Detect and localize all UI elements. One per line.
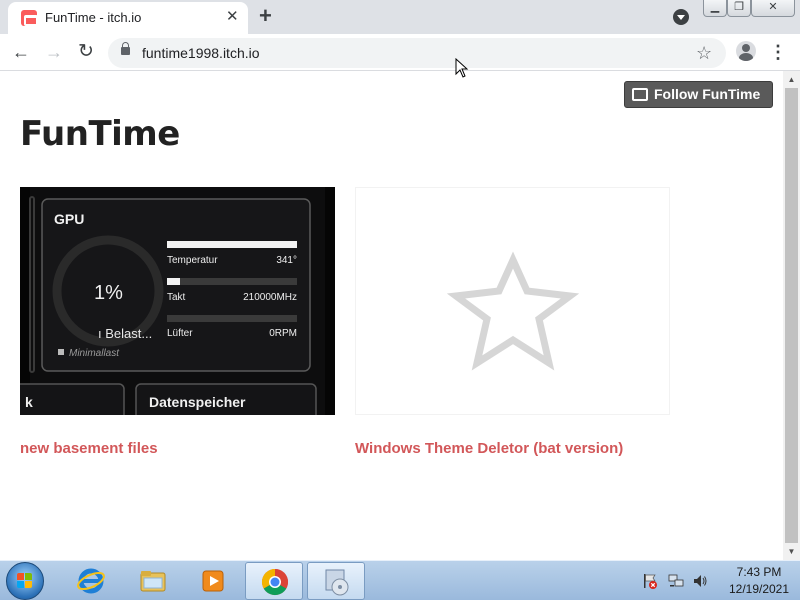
taskbar-setup[interactable] [307, 562, 365, 600]
temperature-bar [167, 241, 297, 248]
page-content: Follow FunTime FunTime GPU 1% ı Belast..… [0, 71, 783, 560]
page-title: FunTime [20, 114, 180, 154]
new-tab-button[interactable]: + [259, 4, 272, 28]
minimal-load-label: Minimallast [69, 348, 120, 359]
storage-label: Datenspeicher [149, 394, 246, 410]
reload-button[interactable]: ↻ [74, 40, 98, 64]
internet-explorer-icon [77, 568, 105, 594]
tab-close-icon[interactable]: ✕ [226, 8, 239, 26]
scroll-up-arrow-icon[interactable]: ▲ [783, 71, 800, 88]
gpu-monitor-photo: GPU 1% ı Belast... Minimallast Temperatu… [20, 187, 335, 415]
follow-label: Follow FunTime [654, 86, 761, 102]
follow-button[interactable]: Follow FunTime [624, 81, 773, 108]
tab-search-icon[interactable] [673, 9, 689, 25]
windows-taskbar: 7:43 PM 12/19/2021 [0, 560, 800, 600]
gauge-sublabel: ı Belast... [98, 326, 152, 341]
close-window-button[interactable]: ✕ [751, 0, 795, 17]
back-button[interactable]: ← [9, 40, 33, 64]
temperature-value: 341° [276, 255, 297, 266]
clock-value: 210000MHz [243, 292, 297, 303]
media-player-icon [202, 570, 224, 592]
lower-left-label: k [25, 394, 33, 410]
itchio-logo-icon [632, 88, 648, 101]
action-center-flag-icon[interactable] [642, 573, 658, 589]
game-thumbnail-basement[interactable]: GPU 1% ı Belast... Minimallast Temperatu… [20, 187, 335, 415]
address-bar[interactable]: funtime1998.itch.io ☆ [108, 38, 726, 68]
start-button[interactable] [6, 562, 44, 600]
mouse-cursor-icon [455, 58, 469, 78]
network-icon[interactable] [668, 573, 684, 589]
gpu-label: GPU [54, 211, 84, 227]
forward-button[interactable]: → [42, 40, 66, 64]
tab-funtime[interactable]: FunTime - itch.io ✕ [8, 2, 248, 34]
browser-menu-icon[interactable]: ⋮ [768, 40, 788, 64]
clock-label: Takt [167, 292, 186, 303]
vertical-scrollbar[interactable]: ▲ ▼ [783, 71, 800, 560]
maximize-button[interactable]: ❐ [727, 0, 751, 17]
tab-title: FunTime - itch.io [45, 10, 142, 25]
star-outline-icon [446, 251, 580, 371]
taskbar-media-player[interactable] [184, 562, 242, 600]
clock-date[interactable]: 12/19/2021 [724, 582, 794, 596]
itchio-favicon-icon [21, 10, 38, 26]
folder-icon [140, 571, 166, 592]
setup-disc-icon [325, 569, 349, 596]
profile-avatar-icon[interactable] [736, 41, 756, 61]
temperature-label: Temperatur [167, 255, 218, 266]
browser-tab-strip: FunTime - itch.io ✕ + ▁ ❐ ✕ [0, 0, 800, 34]
fan-value: 0RPM [269, 328, 297, 339]
game-title-link[interactable]: Windows Theme Deletor (bat version) [355, 440, 623, 457]
scroll-down-arrow-icon[interactable]: ▼ [783, 543, 800, 560]
gauge-value: 1% [94, 282, 123, 304]
taskbar-file-explorer[interactable] [124, 562, 182, 600]
lock-icon[interactable] [121, 42, 130, 55]
game-title-link[interactable]: new basement files [20, 440, 158, 457]
volume-icon[interactable] [692, 573, 708, 589]
fan-label: Lüfter [167, 328, 193, 339]
chrome-icon [261, 568, 289, 596]
taskbar-chrome[interactable] [245, 562, 303, 600]
windows-logo-icon [17, 573, 33, 589]
url-text[interactable]: funtime1998.itch.io [142, 45, 260, 61]
clock-time[interactable]: 7:43 PM [724, 565, 794, 579]
taskbar-internet-explorer[interactable] [62, 562, 120, 600]
scrollbar-thumb[interactable] [785, 88, 798, 543]
clock-bar [167, 278, 180, 285]
minimize-button[interactable]: ▁ [703, 0, 727, 17]
bookmark-star-icon[interactable]: ☆ [696, 42, 712, 64]
game-thumbnail-theme-deletor[interactable] [355, 187, 670, 415]
browser-toolbar: ← → ↻ funtime1998.itch.io ☆ ⋮ [0, 34, 800, 71]
system-tray: 7:43 PM 12/19/2021 [640, 561, 800, 601]
